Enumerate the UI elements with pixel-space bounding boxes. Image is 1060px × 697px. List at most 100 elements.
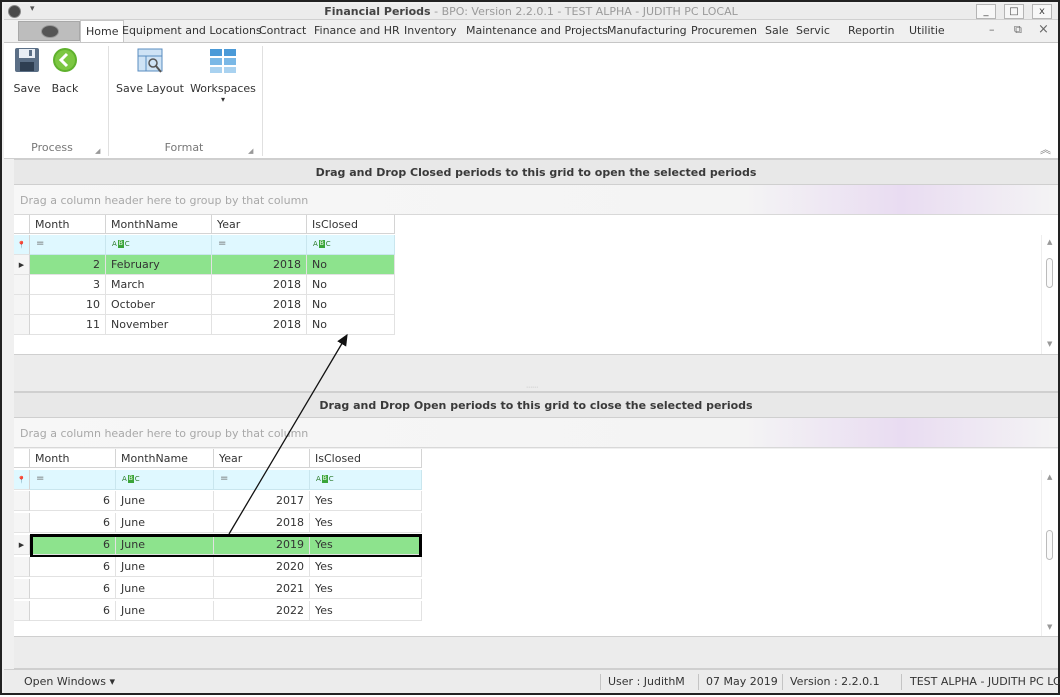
tab-procurement[interactable]: Procuremen xyxy=(691,24,757,37)
closed-grid-header-year[interactable]: Year xyxy=(212,215,307,234)
close-button[interactable]: x xyxy=(1032,4,1052,19)
save-layout-button[interactable]: Save Layout xyxy=(112,47,188,107)
cell-year[interactable]: 2018 xyxy=(212,295,307,315)
row-indicator[interactable] xyxy=(14,513,30,533)
open-grid-filter-monthname[interactable]: ABC xyxy=(116,470,214,490)
cell-year[interactable]: 2018 xyxy=(212,315,307,335)
cell-monthname[interactable]: June xyxy=(116,601,214,621)
cell-month[interactable]: 2 xyxy=(30,255,106,275)
maximize-button[interactable]: □ xyxy=(1004,4,1024,19)
application-menu-button[interactable] xyxy=(18,21,80,41)
cell-monthname[interactable]: March xyxy=(106,275,212,295)
cell-monthname[interactable]: October xyxy=(106,295,212,315)
open-grid-filter-isclosed[interactable]: ABC xyxy=(310,470,422,490)
process-group-launcher-icon[interactable]: ◢ xyxy=(95,147,100,155)
splitter-grip-icon[interactable]: ⋯⋯ xyxy=(526,384,538,391)
row-indicator[interactable] xyxy=(14,579,30,599)
row-indicator[interactable] xyxy=(14,557,30,577)
tab-sale[interactable]: Sale xyxy=(765,24,789,37)
row-indicator[interactable] xyxy=(14,275,30,295)
cell-year[interactable]: 2021 xyxy=(214,579,310,599)
collapse-ribbon-button[interactable]: ︽ xyxy=(1040,141,1051,157)
tab-service[interactable]: Servic xyxy=(796,24,830,37)
closed-grid-group-panel[interactable]: Drag a column header here to group by th… xyxy=(14,185,1058,215)
cell-month[interactable]: 6 xyxy=(30,601,116,621)
closed-grid-filter-year[interactable]: = xyxy=(212,235,307,255)
row-indicator[interactable] xyxy=(14,295,30,315)
open-grid-header-month[interactable]: Month xyxy=(30,449,116,468)
cell-year[interactable]: 2020 xyxy=(214,557,310,577)
cell-isclosed[interactable]: Yes xyxy=(310,491,422,511)
cell-month[interactable]: 6 xyxy=(30,579,116,599)
row-indicator[interactable] xyxy=(14,601,30,621)
scroll-thumb[interactable] xyxy=(1046,258,1053,288)
workspaces-button[interactable]: Workspaces ▾ xyxy=(190,47,256,117)
cell-monthname[interactable]: June xyxy=(116,491,214,511)
tab-finance-and-hr[interactable]: Finance and HR xyxy=(314,24,400,37)
scroll-down-icon[interactable]: ▼ xyxy=(1047,340,1052,348)
save-button[interactable]: Save xyxy=(10,47,44,107)
cell-year[interactable]: 2022 xyxy=(214,601,310,621)
cell-year[interactable]: 2017 xyxy=(214,491,310,511)
cell-monthname[interactable]: June xyxy=(116,557,214,577)
cell-isclosed[interactable]: No xyxy=(307,275,395,295)
cell-monthname[interactable]: November xyxy=(106,315,212,335)
scroll-up-icon[interactable]: ▲ xyxy=(1047,473,1052,481)
cell-year[interactable]: 2018 xyxy=(212,275,307,295)
mdi-restore-button[interactable]: ⧉ xyxy=(1014,23,1022,37)
mdi-minimize-button[interactable]: – xyxy=(989,23,995,36)
cell-month[interactable]: 3 xyxy=(30,275,106,295)
row-indicator[interactable] xyxy=(14,491,30,511)
row-selected-indicator-icon[interactable]: ▶ xyxy=(14,255,30,275)
closed-grid-filter-month[interactable]: = xyxy=(30,235,106,255)
cell-isclosed[interactable]: Yes xyxy=(310,557,422,577)
cell-isclosed[interactable]: Yes xyxy=(310,601,422,621)
open-grid-vertical-scrollbar[interactable]: ▲ ▼ xyxy=(1041,470,1058,636)
cell-isclosed[interactable]: Yes xyxy=(310,513,422,533)
closed-grid-header-month[interactable]: Month xyxy=(30,215,106,234)
closed-periods-grid[interactable]: Month MonthName Year IsClosed 📍 = ABC = … xyxy=(14,215,1058,355)
row-selected-indicator-icon[interactable]: ▶ xyxy=(14,535,30,555)
open-periods-grid[interactable]: Month MonthName Year IsClosed 📍 = ABC = … xyxy=(14,449,1058,637)
cell-month[interactable]: 11 xyxy=(30,315,106,335)
tab-maintenance-and-projects[interactable]: Maintenance and Projects xyxy=(466,24,608,37)
open-grid-filter-year[interactable]: = xyxy=(214,470,310,490)
closed-grid-filter-monthname[interactable]: ABC xyxy=(106,235,212,255)
tab-contract[interactable]: Contract xyxy=(259,24,306,37)
closed-grid-header-monthname[interactable]: MonthName xyxy=(106,215,212,234)
cell-monthname[interactable]: June xyxy=(116,579,214,599)
cell-isclosed[interactable]: No xyxy=(307,295,395,315)
tab-manufacturing[interactable]: Manufacturing xyxy=(607,24,687,37)
open-windows-button[interactable]: Open Windows ▾ xyxy=(24,675,115,688)
row-indicator[interactable] xyxy=(14,315,30,335)
tab-inventory[interactable]: Inventory xyxy=(404,24,457,37)
cell-year[interactable]: 2018 xyxy=(212,255,307,275)
open-grid-group-panel[interactable]: Drag a column header here to group by th… xyxy=(14,418,1058,448)
open-grid-header-monthname[interactable]: MonthName xyxy=(116,449,214,468)
tab-home[interactable]: Home xyxy=(80,20,125,42)
open-grid-header-isclosed[interactable]: IsClosed xyxy=(310,449,422,468)
minimize-button[interactable]: _ xyxy=(976,4,996,19)
cell-month[interactable]: 10 xyxy=(30,295,106,315)
cell-isclosed[interactable]: Yes xyxy=(310,579,422,599)
open-grid-filter-month[interactable]: = xyxy=(30,470,116,490)
scroll-thumb[interactable] xyxy=(1046,530,1053,560)
cell-isclosed[interactable]: No xyxy=(307,255,395,275)
cell-month[interactable]: 6 xyxy=(30,491,116,511)
cell-year[interactable]: 2018 xyxy=(214,513,310,533)
format-group-launcher-icon[interactable]: ◢ xyxy=(248,147,253,155)
closed-grid-filter-isclosed[interactable]: ABC xyxy=(307,235,395,255)
tab-reporting[interactable]: Reportin xyxy=(848,24,895,37)
tab-utilities[interactable]: Utilitie xyxy=(909,24,945,37)
cell-monthname[interactable]: June xyxy=(116,513,214,533)
back-button[interactable]: Back xyxy=(48,47,82,107)
tab-equipment-and-locations[interactable]: Equipment and Locations xyxy=(122,24,262,37)
closed-grid-vertical-scrollbar[interactable]: ▲ ▼ xyxy=(1041,235,1058,354)
closed-grid-header-isclosed[interactable]: IsClosed xyxy=(307,215,395,234)
cell-monthname[interactable]: February xyxy=(106,255,212,275)
scroll-down-icon[interactable]: ▼ xyxy=(1047,623,1052,631)
cell-month[interactable]: 6 xyxy=(30,513,116,533)
mdi-close-button[interactable]: × xyxy=(1038,22,1049,37)
open-grid-header-year[interactable]: Year xyxy=(214,449,310,468)
scroll-up-icon[interactable]: ▲ xyxy=(1047,238,1052,246)
